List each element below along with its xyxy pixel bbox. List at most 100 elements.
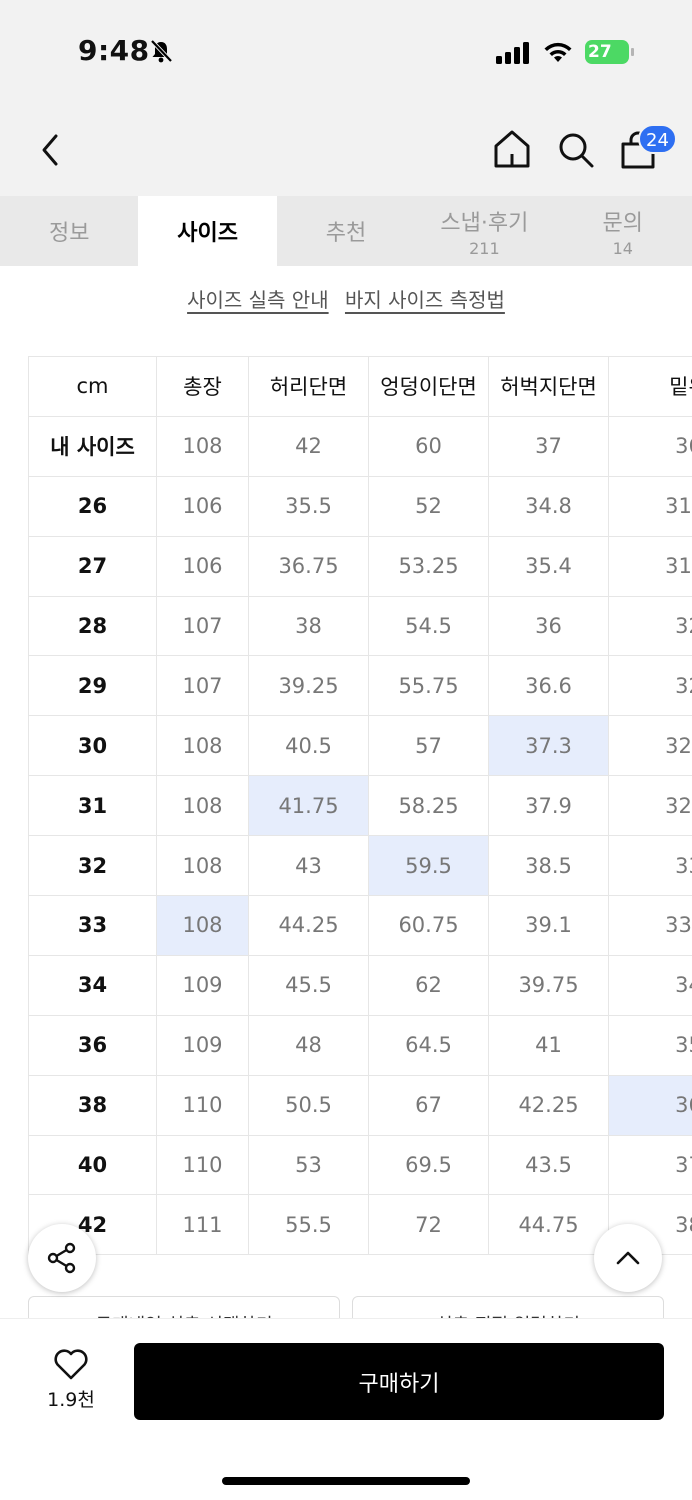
home-icon[interactable] [492,128,532,170]
table-cell: 43 [248,835,369,897]
row-label: 내 사이즈 [28,415,157,477]
table-cell: 36.6 [488,655,609,717]
tab-count: 211 [469,238,500,258]
table-cell: 40.5 [248,715,369,777]
row-label: 27 [28,535,157,597]
status-time: 9:48 [78,34,150,67]
cart-count-badge: 24 [638,124,677,154]
table-cell: 39.75 [488,954,609,1016]
row-label: 26 [28,475,157,537]
tab-size[interactable]: 사이즈 [138,196,277,266]
battery-icon: 27 [585,40,635,64]
status-bar: 9:48 27 [0,0,692,100]
table-cell: 45.5 [248,954,369,1016]
highlighted-cell: 36 [608,1074,692,1136]
scroll-to-top-button[interactable] [594,1224,662,1292]
highlighted-cell: 41.75 [248,775,369,837]
highlighted-cell: 59.5 [368,835,489,897]
table-cell: 109 [156,1014,249,1076]
table-cell: 60.75 [368,895,489,956]
table-cell: 32 [608,595,692,657]
table-cell: 35 [608,1014,692,1076]
tab-label: 정보 [48,221,90,246]
table-cell: 69.5 [368,1134,489,1196]
table-cell: 43.5 [488,1134,609,1196]
column-header: 허벅지단면 [488,356,609,417]
product-tabs: 정보 사이즈 추천 스냅·후기 211 문의 14 [0,196,692,266]
row-label: 40 [28,1134,157,1196]
table-cell: 106 [156,535,249,597]
chevron-up-icon [616,1251,640,1265]
row-label: 31 [28,775,157,837]
table-cell: 110 [156,1134,249,1196]
table-cell: 42 [248,415,369,477]
table-row: 40 110 53 69.5 43.5 37 [28,1134,692,1196]
wifi-icon [544,42,572,62]
search-icon[interactable] [556,130,596,170]
table-cell: 42.25 [488,1074,609,1136]
table-row: 34 109 45.5 62 39.75 34 [28,954,692,1016]
table-cell: 62 [368,954,489,1016]
table-row: 31 108 41.75 58.25 37.9 32.5 [28,775,692,837]
table-row: 27 106 36.75 53.25 35.4 31.5 [28,535,692,597]
row-label: 29 [28,655,157,717]
table-cell: 35.4 [488,535,609,597]
table-cell: 60 [368,415,489,477]
table-cell: 37 [488,415,609,477]
top-nav [0,100,692,196]
row-label: 33 [28,895,157,956]
table-cell: 41 [488,1014,609,1076]
size-guide-link[interactable]: 사이즈 실측 안내 [187,288,329,312]
table-cell: 34 [608,954,692,1016]
table-header-row: cm 총장 허리단면 엉덩이단면 허벅지단면 밑위 [28,356,692,417]
table-cell: 48 [248,1014,369,1076]
share-button[interactable] [28,1224,96,1292]
table-cell: 33 [608,835,692,897]
heart-icon [54,1349,88,1380]
row-label: 38 [28,1074,157,1136]
table-cell: 109 [156,954,249,1016]
table-cell: 111 [156,1194,249,1256]
table-row: 32 108 43 59.5 38.5 33 [28,835,692,897]
table-cell: 39.1 [488,895,609,956]
back-arrow-icon[interactable] [36,130,64,170]
table-cell: 108 [156,775,249,837]
home-indicator [222,1477,470,1485]
pants-measure-link[interactable]: 바지 사이즈 측정법 [345,288,505,312]
highlighted-cell: 37.3 [488,715,609,777]
table-cell: 37.9 [488,775,609,837]
like-count: 1.9천 [47,1389,95,1411]
table-cell: 36.75 [248,535,369,597]
tab-info[interactable]: 정보 [0,196,138,266]
like-button[interactable]: 1.9천 [36,1347,106,1412]
column-header: cm [28,356,157,417]
tab-label: 추천 [325,221,367,246]
table-cell: 36 [488,595,609,657]
table-row: 42 111 55.5 72 44.75 38 [28,1194,692,1256]
table-row: 29 107 39.25 55.75 36.6 32 [28,655,692,717]
table-cell: 38.5 [488,835,609,897]
share-icon [47,1242,76,1274]
table-row: 33 108 44.25 60.75 39.1 33.5 [28,895,692,956]
table-cell: 107 [156,595,249,657]
column-header: 총장 [156,356,249,417]
table-cell: 44.25 [248,895,369,956]
tab-label: 문의 [602,210,643,236]
table-cell: 53 [248,1134,369,1196]
tab-recommend[interactable]: 추천 [277,196,415,266]
bell-muted-icon [150,39,173,63]
table-cell: 32 [608,655,692,717]
row-label: 36 [28,1014,157,1076]
table-cell: 32.5 [608,715,692,777]
table-cell: 31.5 [608,535,692,597]
table-cell: 55.75 [368,655,489,717]
buy-button[interactable]: 구매하기 [134,1343,664,1420]
table-row: 38 110 50.5 67 42.25 36 [28,1074,692,1136]
table-cell: 108 [156,415,249,477]
column-header: 허리단면 [248,356,369,417]
tab-inquiry[interactable]: 문의 14 [554,196,692,266]
table-cell: 108 [156,835,249,897]
size-guide-links: 사이즈 실측 안내 바지 사이즈 측정법 [0,284,692,313]
tab-snap-review[interactable]: 스냅·후기 211 [415,196,553,266]
tab-label: 사이즈 [177,221,238,246]
